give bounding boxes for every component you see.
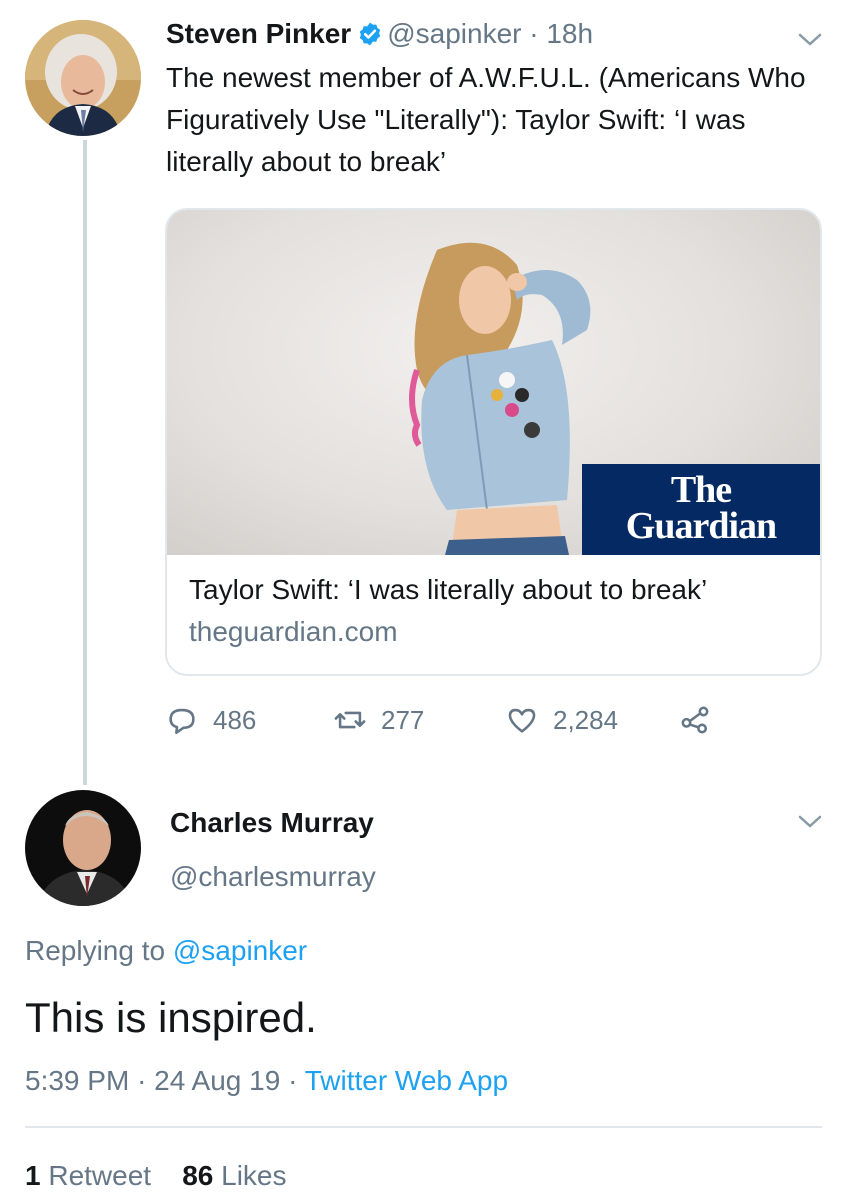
like-icon <box>508 708 536 733</box>
reply-count: 486 <box>213 704 257 735</box>
replying-to: Replying to @sapinker <box>25 930 307 972</box>
retweet-button[interactable]: 277 <box>333 700 424 740</box>
tweet2-author-name[interactable]: Charles Murray <box>170 803 374 843</box>
tweet2-handle[interactable]: @charlesmurray <box>170 857 376 897</box>
tweet1-text: The newest member of A.W.F.U.L. (America… <box>166 62 806 177</box>
tweet1-actions: 486 277 2,284 <box>165 700 725 740</box>
like-button[interactable]: 2,284 <box>505 700 618 740</box>
retweet-count: 1 <box>25 1160 41 1191</box>
separator: · <box>529 18 539 49</box>
card-image: The Guardian <box>167 210 820 555</box>
card-title: Taylor Swift: ‘I was literally about to … <box>189 574 708 605</box>
tweet2-date[interactable]: 24 Aug 19 <box>154 1065 280 1096</box>
tweet2-time[interactable]: 5:39 PM <box>25 1065 129 1096</box>
reply-icon <box>169 708 195 735</box>
retweet-icon <box>334 711 366 729</box>
tweet-thread: Steven Pinker @sapinker · 18h The newest … <box>0 0 847 1200</box>
separator: · <box>288 1065 298 1096</box>
reply-button[interactable]: 486 <box>165 700 256 740</box>
tweet2-text: This is inspired. <box>25 994 317 1041</box>
divider <box>25 1126 822 1128</box>
tweet1-author-name[interactable]: Steven Pinker <box>166 18 351 49</box>
retweets-stat[interactable]: 1 Retweet <box>25 1160 151 1191</box>
replying-handle-link[interactable]: @sapinker <box>173 935 307 966</box>
tweet1-header: Steven Pinker @sapinker · 18h <box>166 14 816 54</box>
tweet2-source-link[interactable]: Twitter Web App <box>305 1065 508 1096</box>
tweet1-handle[interactable]: @sapinker <box>387 18 521 49</box>
like-count: 86 <box>182 1160 214 1191</box>
retweet-label: Retweet <box>48 1160 152 1191</box>
separator: · <box>137 1065 147 1096</box>
like-count: 2,284 <box>553 704 619 735</box>
chevron-down-icon[interactable] <box>795 812 825 832</box>
likes-stat[interactable]: 86 Likes <box>182 1160 286 1191</box>
link-card[interactable]: The Guardian Taylor Swift: ‘I was litera… <box>165 208 822 676</box>
avatar-steven-pinker[interactable] <box>25 20 141 136</box>
card-body: Taylor Swift: ‘I was literally about to … <box>167 555 820 653</box>
share-button[interactable] <box>678 700 726 740</box>
verified-icon <box>360 22 381 46</box>
chevron-down-icon[interactable] <box>795 30 825 50</box>
share-icon <box>681 706 709 734</box>
like-label: Likes <box>221 1160 287 1191</box>
tweet1-time[interactable]: 18h <box>546 18 593 49</box>
tweet2-stats: 1 Retweet 86 Likes <box>25 1155 287 1197</box>
retweet-count: 277 <box>381 704 425 735</box>
replying-prefix: Replying to <box>25 935 166 966</box>
guardian-logo: The Guardian <box>582 464 820 555</box>
tweet2-meta: 5:39 PM · 24 Aug 19 · Twitter Web App <box>25 1060 508 1102</box>
avatar-charles-murray[interactable] <box>25 790 141 906</box>
thread-connector <box>83 140 87 785</box>
card-domain: theguardian.com <box>189 616 398 647</box>
